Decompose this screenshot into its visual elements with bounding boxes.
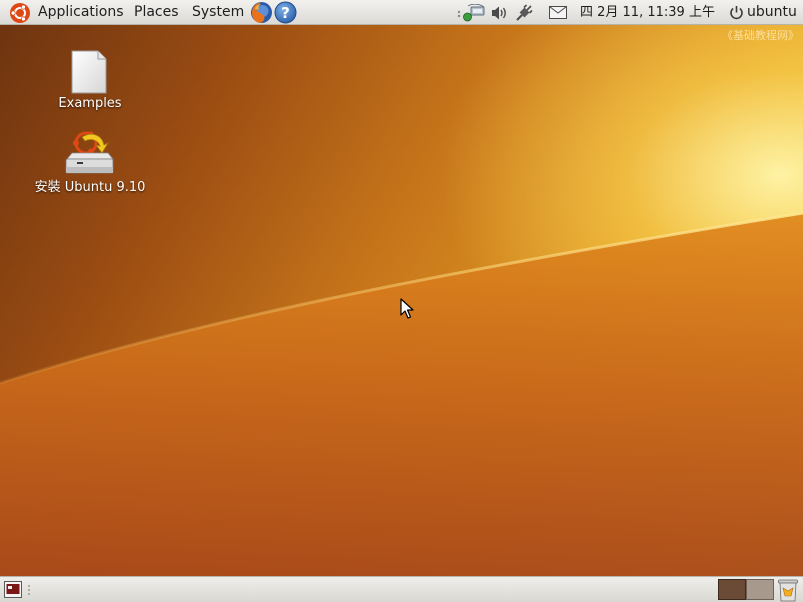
firefox-icon[interactable] [250, 1, 273, 24]
help-icon[interactable]: ? [274, 1, 297, 24]
document-icon[interactable] [70, 50, 108, 94]
workspace-2[interactable] [746, 579, 774, 600]
bottom-panel [0, 576, 803, 602]
power-icon[interactable] [729, 5, 744, 20]
network-icon[interactable] [456, 4, 488, 22]
trash-icon[interactable] [777, 578, 799, 602]
volume-icon[interactable] [491, 5, 509, 21]
help-glyph: ? [281, 4, 290, 22]
system-menu[interactable]: System [192, 3, 244, 22]
applications-menu[interactable]: Applications [38, 3, 124, 22]
top-panel: Applications Places System ? 四 2月 11, 11… [0, 0, 803, 25]
watermark: 《基础教程网》 [722, 29, 799, 42]
network-plug-icon[interactable] [515, 4, 533, 22]
show-desktop-icon[interactable] [4, 581, 22, 598]
mouse-pointer-icon [400, 298, 414, 319]
user-menu[interactable]: ubuntu [747, 3, 797, 22]
ubuntu-logo-icon[interactable] [9, 2, 31, 24]
workspace-1[interactable] [718, 579, 746, 600]
install-drive-icon[interactable] [64, 129, 114, 177]
places-menu[interactable]: Places [134, 3, 179, 22]
examples-label[interactable]: Examples [50, 96, 130, 111]
panel-handle-icon[interactable] [27, 584, 31, 596]
mail-icon[interactable] [549, 6, 567, 19]
desktop[interactable]: 《基础教程网》 Examples 安裝 Ubuntu 9.10 [0, 25, 803, 576]
install-ubuntu-label[interactable]: 安裝 Ubuntu 9.10 [30, 176, 150, 195]
screen: Applications Places System ? 四 2月 11, 11… [0, 0, 803, 602]
clock[interactable]: 四 2月 11, 11:39 上午 [580, 3, 715, 22]
